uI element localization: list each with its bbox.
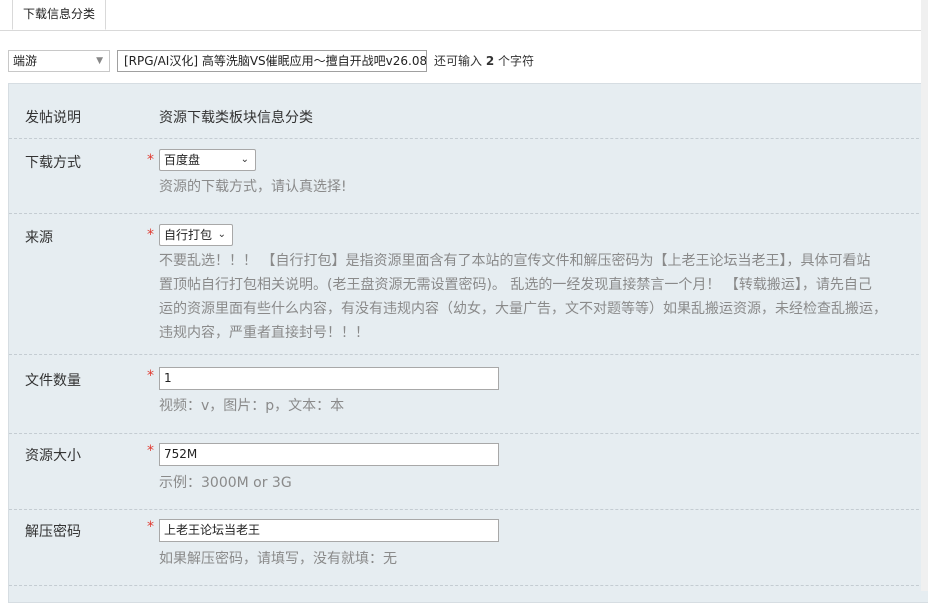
download-method-hint: 资源的下载方式，请认真选择! (159, 179, 347, 195)
counter-value: 2 (485, 54, 495, 68)
category-select-value: 端游 (13, 54, 38, 68)
row-file-count: 文件数量 * 1 视频：v，图片：p，文本：本 (9, 354, 928, 434)
download-method-select[interactable]: 百度盘 ⌄ (159, 149, 256, 171)
counter-suffix: 个字符 (498, 54, 535, 68)
chevron-down-icon: ⌄ (217, 229, 226, 240)
download-method-selected: 百度盘 (164, 153, 201, 167)
unzip-password-hint: 如果解压密码，请填写，没有就填：无 (159, 551, 397, 567)
resource-size-input[interactable]: 752M (159, 443, 499, 466)
unzip-password-input[interactable]: 上老王论坛当老王 (159, 519, 499, 542)
post-note-label: 发帖说明 (25, 110, 81, 126)
required-mark: * (147, 227, 154, 243)
source-hint-line: 置顶帖自行打包相关说明。(老王盘资源无需设置密码)。 乱选的一经发现直接禁言一个… (159, 277, 872, 293)
vertical-scrollbar[interactable] (921, 0, 928, 591)
title-char-counter: 还可输入 2 个字符 (434, 50, 534, 72)
unzip-password-label: 解压密码 (25, 524, 81, 540)
row-resource-size: 资源大小 * 752M 示例：3000M or 3G (9, 433, 928, 510)
post-note-text: 资源下载类板块信息分类 (159, 110, 313, 126)
required-mark: * (147, 152, 154, 168)
resource-size-hint: 示例：3000M or 3G (159, 475, 292, 491)
row-unzip-password: 解压密码 * 上老王论坛当老王 如果解压密码，请填写，没有就填：无 (9, 509, 928, 586)
source-hint-line: 不要乱选！！！ 【自行打包】是指资源里面含有了本站的宣传文件和解压密码为【上老王… (159, 253, 871, 269)
source-selected: 自行打包 (164, 228, 213, 242)
source-select[interactable]: 自行打包 ⌄ (159, 224, 233, 246)
download-method-label: 下载方式 (25, 155, 81, 171)
row-download-method: 下载方式 * 百度盘 ⌄ 资源的下载方式，请认真选择! (9, 138, 928, 214)
category-select[interactable]: 端游 ▼ (8, 50, 110, 72)
source-label: 来源 (25, 230, 53, 246)
tab-bar: 下载信息分类 (0, 0, 928, 31)
title-input[interactable]: [RPG/AI汉化] 高等洗脑VS催眠应用～擅自开战吧v26.08. (117, 50, 427, 72)
row-source: 来源 * 自行打包 ⌄ 不要乱选！！！ 【自行打包】是指资源里面含有了本站的宣传… (9, 213, 928, 355)
tab-download-info[interactable]: 下载信息分类 (12, 0, 106, 30)
file-count-label: 文件数量 (25, 373, 81, 389)
resource-size-label: 资源大小 (25, 448, 81, 464)
required-mark: * (147, 368, 154, 384)
required-mark: * (147, 443, 154, 459)
file-count-input[interactable]: 1 (159, 367, 499, 390)
required-mark: * (147, 519, 154, 535)
form-panel: 发帖说明 资源下载类板块信息分类 下载方式 * 百度盘 ⌄ 资源的下载方式，请认… (8, 83, 928, 603)
file-count-hint: 视频：v，图片：p，文本：本 (159, 398, 345, 414)
source-hint-line: 运的资源里面有些什么内容，有没有违规内容（幼女，大量广告，文不对题等等）如果乱搬… (159, 301, 887, 317)
row-post-note: 发帖说明 资源下载类板块信息分类 (9, 84, 928, 139)
chevron-down-icon: ⌄ (240, 154, 249, 165)
counter-prefix: 还可输入 (434, 54, 483, 68)
source-hint-line: 违规内容，严重者直接封号！！！ (159, 325, 369, 341)
chevron-down-icon: ▼ (96, 56, 103, 66)
